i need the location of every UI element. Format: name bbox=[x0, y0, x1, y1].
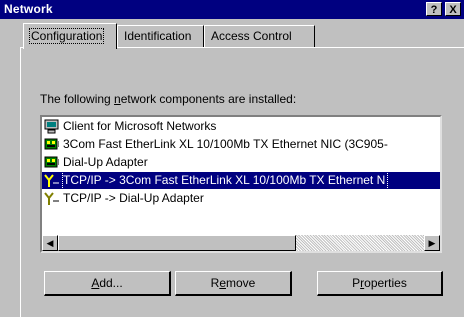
tab-configuration[interactable]: Configuration bbox=[23, 23, 117, 49]
mnemonic-underline: e bbox=[219, 276, 226, 290]
horizontal-scrollbar[interactable]: ◀ ▶ bbox=[42, 235, 440, 251]
tab-identification-label: Identification bbox=[124, 29, 192, 43]
client-icon bbox=[44, 119, 60, 134]
tab-identification[interactable]: Identification bbox=[117, 25, 204, 47]
tab-access-control-label: Access Control bbox=[211, 29, 292, 43]
list-item-label: TCP/IP -> 3Com Fast EtherLink XL 10/100M… bbox=[61, 171, 389, 190]
list-item[interactable]: Client for Microsoft Networks bbox=[42, 118, 440, 135]
mnemonic-underline: n bbox=[114, 92, 121, 106]
protocol-icon bbox=[44, 173, 60, 188]
list-item-label: Client for Microsoft Networks bbox=[63, 119, 217, 133]
help-button[interactable]: ? bbox=[426, 2, 442, 16]
list-item[interactable]: TCP/IP -> 3Com Fast EtherLink XL 10/100M… bbox=[42, 171, 440, 190]
list-item[interactable]: TCP/IP -> Dial-Up Adapter bbox=[42, 190, 440, 207]
properties-button[interactable]: Properties bbox=[317, 271, 443, 296]
list-item-label: 3Com Fast EtherLink XL 10/100Mb TX Ether… bbox=[63, 137, 388, 151]
list-item-label: TCP/IP -> Dial-Up Adapter bbox=[63, 191, 204, 205]
arrow-left-icon: ◀ bbox=[46, 238, 54, 248]
window-title: Network bbox=[4, 2, 53, 16]
scrollbar-thumb[interactable] bbox=[58, 235, 296, 251]
components-list[interactable]: Client for Microsoft Networks 3Com Fast … bbox=[40, 115, 442, 253]
add-button[interactable]: Add... bbox=[44, 271, 171, 296]
list-item[interactable]: 3Com Fast EtherLink XL 10/100Mb TX Ether… bbox=[42, 136, 440, 153]
mnemonic-underline: r bbox=[360, 276, 365, 290]
tab-configuration-label: Configuration bbox=[28, 28, 105, 44]
components-label: The following network components are ins… bbox=[40, 92, 297, 106]
network-card-icon bbox=[44, 155, 60, 170]
mnemonic-underline: A bbox=[91, 276, 100, 290]
close-button[interactable]: X bbox=[445, 2, 461, 16]
title-bar[interactable]: Network ? X bbox=[0, 0, 464, 19]
list-item[interactable]: Dial-Up Adapter bbox=[42, 154, 440, 171]
remove-button[interactable]: Remove bbox=[175, 271, 292, 296]
scroll-right-button[interactable]: ▶ bbox=[424, 235, 440, 251]
tab-access-control[interactable]: Access Control bbox=[204, 25, 315, 47]
arrow-right-icon: ▶ bbox=[428, 238, 436, 248]
network-card-icon bbox=[44, 137, 60, 152]
scroll-left-button[interactable]: ◀ bbox=[42, 235, 58, 251]
list-item-label: Dial-Up Adapter bbox=[63, 155, 148, 169]
protocol-icon bbox=[44, 191, 60, 206]
